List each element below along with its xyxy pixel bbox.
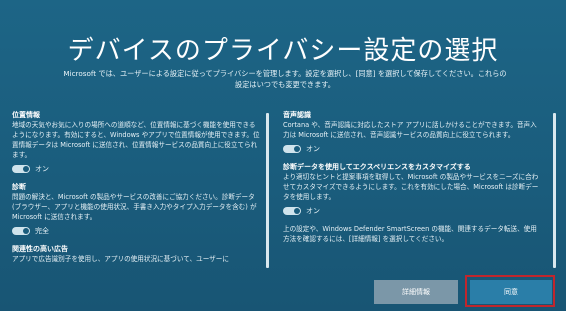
left-scrollbar[interactable]	[266, 113, 269, 268]
location-toggle-row[interactable]: オン	[12, 164, 262, 174]
diagnostic-toggle-row[interactable]: 完全	[12, 226, 262, 236]
tailored-toggle-state: オン	[306, 207, 320, 215]
location-description: 地域の天気やお気に入りの場所への道順など、位置情報に基づく機能を使用できるように…	[12, 121, 260, 159]
right-settings-column: 音声認識 Cortana や、音声認識に対応したストア アプリに話しかけることが…	[283, 110, 543, 244]
speech-toggle-state: オン	[306, 145, 320, 153]
right-scrollbar[interactable]	[553, 113, 556, 268]
ads-title: 関連性の高い広告	[12, 245, 68, 253]
tailored-experiences-title: 診断データを使用してエクスペリエンスをカスタマイズする	[283, 163, 471, 171]
more-info-button[interactable]: 詳細情報	[374, 280, 458, 304]
speech-toggle-row[interactable]: オン	[283, 144, 543, 154]
page-title: デバイスのプライバシー設定の選択	[67, 36, 499, 66]
smartscreen-description: 上の設定や、Windows Defender SmartScreen の機能、関…	[283, 225, 537, 243]
speech-description: Cortana や、音声認識に対応したストア アプリに話しかけることができます。…	[283, 121, 537, 139]
left-settings-column: 位置情報 地域の天気やお気に入りの場所への道順など、位置情報に基づく機能を使用で…	[12, 110, 262, 264]
tailored-experiences-description: より適切なヒントと提案事項を取得して、Microsoft の製品やサービスをニー…	[283, 173, 539, 201]
speech-toggle[interactable]	[283, 145, 301, 153]
diagnostic-toggle[interactable]	[12, 227, 30, 235]
agree-button-highlight	[465, 275, 555, 307]
location-toggle[interactable]	[12, 165, 30, 173]
diagnostic-toggle-state: 完全	[35, 227, 49, 235]
tailored-toggle[interactable]	[283, 207, 301, 215]
intro-text: Microsoft では、ユーザーによる設定に従ってプライバシーを管理します。設…	[63, 69, 507, 89]
speech-title: 音声認識	[283, 111, 311, 119]
diagnostic-description: 問題の解決と、Microsoft の製品やサービスの改善にご協力ください。診断デ…	[12, 193, 257, 221]
diagnostic-title: 診断	[12, 183, 26, 191]
tailored-toggle-row[interactable]: オン	[283, 206, 543, 216]
location-toggle-state: オン	[35, 165, 49, 173]
ads-description: アプリで広告識別子を使用し、アプリの使用状況に基づいて、ユーザーに	[12, 255, 229, 263]
location-title: 位置情報	[12, 111, 40, 119]
